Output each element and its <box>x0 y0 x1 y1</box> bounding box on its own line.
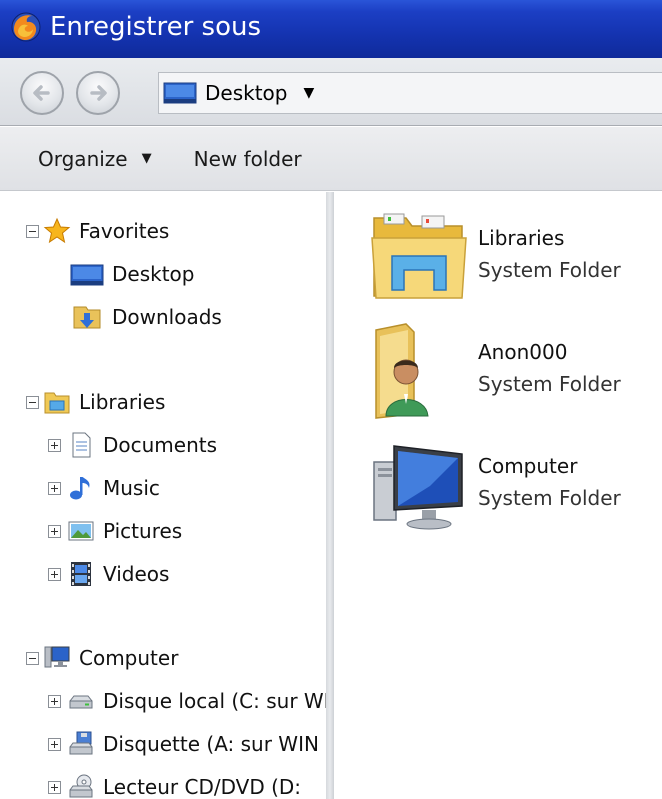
content-item-name: Computer <box>478 454 578 478</box>
cd-drive-icon <box>69 774 93 798</box>
content-item-name: Anon000 <box>478 340 568 364</box>
pictures-icon <box>68 521 94 541</box>
nav-item-music[interactable]: Music <box>48 471 160 505</box>
nav-item-label: Pictures <box>103 519 183 543</box>
organize-label: Organize <box>38 146 128 171</box>
expand-toggle[interactable] <box>48 481 61 495</box>
videos-icon <box>71 562 91 586</box>
content-item-libraries[interactable]: Libraries System Folder <box>370 208 621 306</box>
downloads-icon <box>73 306 101 329</box>
title-bar[interactable]: Enregistrer sous <box>0 0 662 58</box>
address-location: Desktop <box>205 81 288 105</box>
content-item-type: System Folder <box>478 486 621 510</box>
star-icon <box>43 217 71 244</box>
nav-item-label: Videos <box>103 562 170 586</box>
forward-button[interactable] <box>76 71 120 115</box>
nav-libraries[interactable]: Libraries <box>26 385 165 419</box>
expand-toggle[interactable] <box>48 780 61 794</box>
hard-drive-icon <box>69 695 93 709</box>
documents-icon <box>72 432 91 458</box>
nav-computer[interactable]: Computer <box>26 641 178 675</box>
content-item-name: Libraries <box>478 226 565 250</box>
floppy-drive-icon <box>69 731 93 755</box>
content-item-type: System Folder <box>478 372 621 396</box>
nav-item-local-disk[interactable]: Disque local (C: sur WI <box>48 684 326 718</box>
music-icon <box>70 477 90 500</box>
computer-icon <box>373 445 463 530</box>
chevron-down-icon[interactable]: ▼ <box>303 85 314 101</box>
expand-toggle[interactable] <box>48 737 61 751</box>
content-item-user-folder[interactable]: Anon000 System Folder <box>370 322 621 420</box>
content-pane[interactable]: Libraries System Folder Anon000 System F… <box>334 192 662 799</box>
expand-toggle[interactable] <box>48 694 61 708</box>
nav-item-cd-drive[interactable]: Lecteur CD/DVD (D: <box>48 770 301 799</box>
libraries-folder-icon <box>371 213 467 299</box>
organize-button[interactable]: Organize ▼ <box>38 147 152 171</box>
forward-arrow-icon <box>90 85 107 101</box>
command-bar: Organize ▼ New folder <box>0 127 662 191</box>
navigation-pane[interactable]: Favorites Desktop Downloads Libraries Do… <box>0 192 326 799</box>
new-folder-button[interactable]: New folder <box>194 147 302 171</box>
nav-item-documents[interactable]: Documents <box>48 428 217 462</box>
nav-computer-label: Computer <box>79 646 179 670</box>
libraries-icon <box>44 392 70 414</box>
content-item-type: System Folder <box>478 258 621 282</box>
desktop-icon <box>70 264 104 286</box>
nav-item-floppy[interactable]: Disquette (A: sur WIN <box>48 727 319 761</box>
address-bar: Desktop ▼ <box>0 58 662 126</box>
nav-favorites-label: Favorites <box>79 219 170 243</box>
new-folder-label: New folder <box>193 146 302 171</box>
nav-libraries-label: Libraries <box>79 390 166 414</box>
nav-item-label: Music <box>103 476 160 500</box>
nav-item-videos[interactable]: Videos <box>48 557 169 591</box>
window-title: Enregistrer sous <box>50 12 262 42</box>
nav-item-label: Desktop <box>112 262 195 286</box>
desktop-icon <box>163 82 197 104</box>
back-button[interactable] <box>20 71 64 115</box>
nav-item-label: Disque local (C: sur WI <box>103 689 326 713</box>
pane-splitter[interactable] <box>326 192 334 799</box>
collapse-toggle[interactable] <box>26 224 39 238</box>
nav-item-desktop[interactable]: Desktop <box>70 257 194 291</box>
back-arrow-icon <box>33 85 50 101</box>
expand-toggle[interactable] <box>48 567 61 581</box>
collapse-toggle[interactable] <box>26 395 39 409</box>
expand-toggle[interactable] <box>48 438 61 452</box>
nav-favorites[interactable]: Favorites <box>26 214 169 248</box>
nav-item-label: Lecteur CD/DVD (D: <box>103 775 302 799</box>
address-field[interactable]: Desktop ▼ <box>158 72 662 114</box>
collapse-toggle[interactable] <box>26 651 39 665</box>
expand-toggle[interactable] <box>48 524 61 538</box>
nav-item-label: Documents <box>103 433 218 457</box>
content-item-computer[interactable]: Computer System Folder <box>370 436 621 534</box>
nav-item-downloads[interactable]: Downloads <box>70 300 222 334</box>
nav-item-label: Disquette (A: sur WIN <box>103 732 319 756</box>
chevron-down-icon: ▼ <box>141 151 152 166</box>
firefox-icon <box>11 12 41 42</box>
user-folder-icon <box>375 323 429 419</box>
computer-icon <box>44 646 70 668</box>
nav-item-pictures[interactable]: Pictures <box>48 514 182 548</box>
nav-item-label: Downloads <box>112 305 222 329</box>
